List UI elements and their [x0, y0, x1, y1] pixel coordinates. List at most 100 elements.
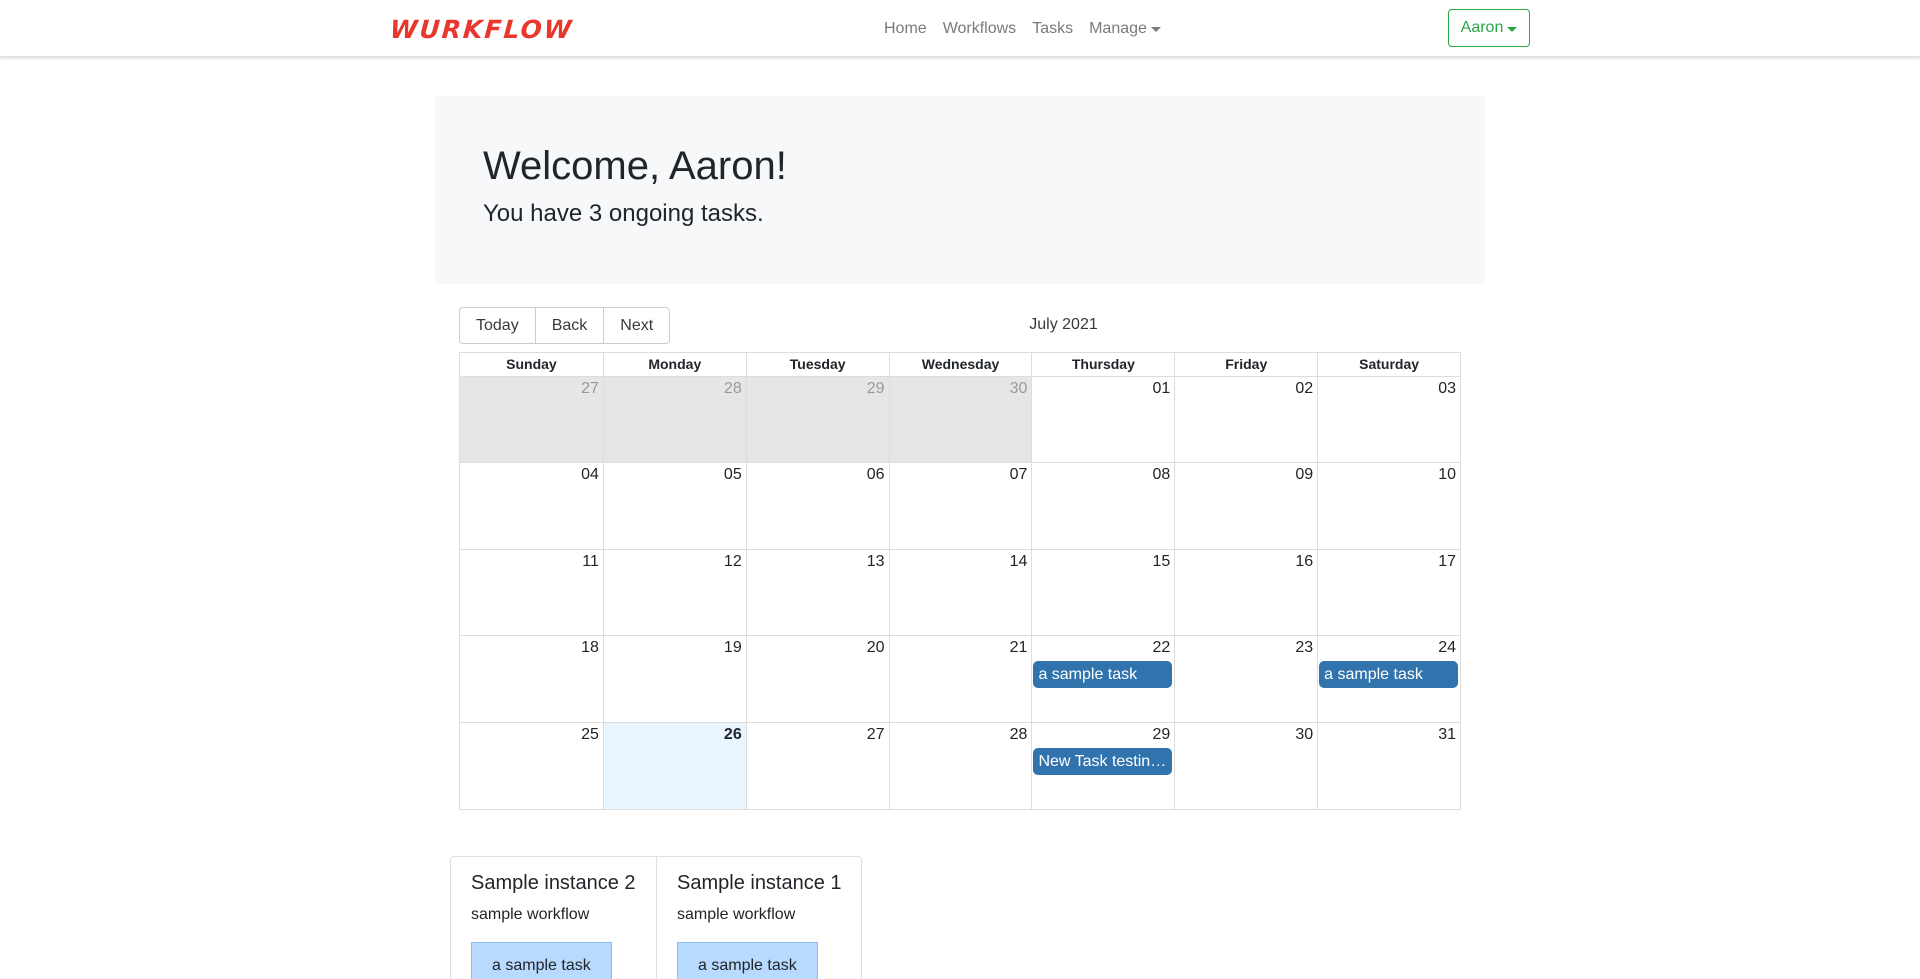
- day-number[interactable]: 02: [1295, 380, 1313, 398]
- day-number[interactable]: 30: [1295, 726, 1313, 744]
- calendar-day-cell[interactable]: 19: [602, 636, 746, 722]
- weekday-header-friday: Friday: [1174, 353, 1317, 376]
- caret-down-icon: [1150, 27, 1161, 32]
- weekday-header-sunday: Sunday: [506, 356, 557, 372]
- caret-down-icon: [1507, 26, 1518, 32]
- day-number[interactable]: 12: [724, 553, 742, 571]
- calendar-day-cell[interactable]: 08: [1031, 463, 1174, 549]
- day-number[interactable]: 13: [867, 553, 885, 571]
- day-number[interactable]: 29: [867, 380, 885, 398]
- nav-link-tasks[interactable]: Tasks: [1024, 20, 1081, 38]
- day-number[interactable]: 28: [1010, 726, 1028, 744]
- day-number[interactable]: 17: [1438, 553, 1456, 571]
- calendar-week-row: 11 12 13 14 15 16 17: [460, 549, 1460, 637]
- weekday-header-wednesday: Wednesday: [888, 353, 1032, 376]
- day-number[interactable]: 22: [1153, 639, 1171, 657]
- user-menu-button[interactable]: Aaron: [1448, 9, 1530, 47]
- calendar-event[interactable]: New Task testing...: [1033, 747, 1173, 775]
- calendar-day-cell[interactable]: 13: [745, 549, 889, 636]
- calendar-day-cell[interactable]: 29 New Task testing...: [1031, 722, 1174, 809]
- nav-dropdown-manage[interactable]: Manage: [1081, 20, 1169, 38]
- day-number[interactable]: 15: [1153, 553, 1171, 571]
- calendar-day-cell[interactable]: 31: [1317, 722, 1460, 809]
- calendar-day-cell[interactable]: 10: [1317, 463, 1460, 549]
- day-number[interactable]: 07: [1010, 466, 1028, 484]
- day-number[interactable]: 30: [1010, 380, 1028, 398]
- day-number[interactable]: 16: [1295, 553, 1313, 571]
- day-number[interactable]: 27: [581, 380, 599, 398]
- next-button[interactable]: Next: [603, 307, 671, 344]
- user-menu-label: Aaron: [1460, 19, 1504, 36]
- calendar-day-cell[interactable]: 09: [1174, 463, 1317, 549]
- calendar-day-cell[interactable]: 02: [1174, 377, 1317, 463]
- day-number[interactable]: 29: [1153, 726, 1171, 744]
- day-number[interactable]: 09: [1295, 466, 1313, 484]
- instance-task-item[interactable]: a sample task: [471, 942, 612, 979]
- weekday-header-thursday: Thursday: [1031, 353, 1174, 376]
- calendar-day-cell[interactable]: 20: [745, 636, 889, 722]
- back-button[interactable]: Back: [534, 307, 605, 344]
- calendar-day-cell[interactable]: 30: [1174, 722, 1317, 809]
- brand-logo[interactable]: WURKFLOW: [389, 15, 574, 44]
- calendar-day-cell[interactable]: 17: [1317, 549, 1460, 636]
- nav-links: Home Workflows Tasks Manage: [876, 0, 1169, 57]
- day-number[interactable]: 26: [724, 726, 742, 744]
- calendar-day-cell[interactable]: 22 a sample task: [1031, 636, 1174, 722]
- day-number[interactable]: 14: [1010, 553, 1028, 571]
- calendar-day-cell[interactable]: 27: [745, 722, 889, 809]
- calendar-day-cell[interactable]: 29: [745, 377, 889, 463]
- day-number[interactable]: 03: [1438, 380, 1456, 398]
- calendar-day-cell[interactable]: 11: [460, 550, 603, 635]
- day-number[interactable]: 19: [724, 639, 742, 657]
- day-number[interactable]: 08: [1153, 466, 1171, 484]
- calendar-day-cell[interactable]: 23: [1174, 636, 1317, 722]
- day-number[interactable]: 11: [582, 553, 599, 571]
- calendar-day-cell[interactable]: 21: [888, 636, 1032, 722]
- calendar-day-cell[interactable]: 14: [888, 549, 1032, 636]
- nav-link-home[interactable]: Home: [876, 20, 935, 38]
- calendar-day-cell[interactable]: 03: [1317, 377, 1460, 463]
- calendar-day-cell[interactable]: 30: [888, 377, 1032, 463]
- calendar-event[interactable]: a sample task: [1319, 661, 1459, 689]
- day-number[interactable]: 28: [724, 380, 742, 398]
- calendar-day-cell[interactable]: 15: [1031, 549, 1174, 636]
- calendar-day-cell[interactable]: 28: [888, 722, 1032, 809]
- calendar-week-row: 18 19 20 21 22 a sample task 23 24 a sample task: [460, 636, 1460, 723]
- calendar-day-cell[interactable]: 27: [460, 377, 603, 463]
- instance-task-item[interactable]: a sample task: [677, 942, 818, 979]
- calendar-day-cell[interactable]: 24 a sample task: [1317, 636, 1460, 722]
- day-number[interactable]: 01: [1153, 380, 1171, 398]
- calendar-body: 27 28 29 30 01 02 03 04 05 06 07 08 09 10 11 12 13 14 15 16…: [460, 377, 1460, 809]
- calendar-day-cell[interactable]: 26: [602, 722, 746, 809]
- nav-link-workflows[interactable]: Workflows: [935, 20, 1025, 38]
- calendar-event[interactable]: a sample task: [1033, 661, 1173, 689]
- day-number[interactable]: 10: [1438, 466, 1456, 484]
- day-number[interactable]: 24: [1438, 639, 1456, 657]
- calendar-day-cell[interactable]: 05: [602, 463, 746, 549]
- day-number[interactable]: 18: [581, 639, 599, 657]
- welcome-banner: Welcome, Aaron! You have 3 ongoing tasks…: [435, 96, 1485, 284]
- day-number[interactable]: 06: [867, 466, 885, 484]
- day-number[interactable]: 05: [724, 466, 742, 484]
- day-number[interactable]: 23: [1295, 639, 1313, 657]
- calendar-day-cell[interactable]: 06: [745, 463, 889, 549]
- weekday-header-tuesday: Tuesday: [745, 353, 889, 376]
- weekday-header-saturday: Saturday: [1317, 353, 1460, 376]
- day-number[interactable]: 20: [867, 639, 885, 657]
- calendar-day-cell[interactable]: 25: [460, 723, 603, 809]
- day-number[interactable]: 31: [1438, 726, 1456, 744]
- calendar-day-cell[interactable]: 18: [460, 636, 603, 721]
- top-navbar: WURKFLOW Home Workflows Tasks Manage Aar…: [0, 0, 1920, 57]
- day-number[interactable]: 27: [867, 726, 885, 744]
- calendar-day-cell[interactable]: 28: [602, 377, 746, 463]
- welcome-title: Welcome, Aaron!: [483, 144, 787, 188]
- day-number[interactable]: 04: [581, 466, 599, 484]
- calendar-day-cell[interactable]: 16: [1174, 549, 1317, 636]
- calendar-day-cell[interactable]: 07: [888, 463, 1032, 549]
- day-number[interactable]: 25: [581, 726, 599, 744]
- calendar-day-cell[interactable]: 12: [602, 549, 746, 636]
- calendar-day-cell[interactable]: 01: [1031, 377, 1174, 463]
- day-number[interactable]: 21: [1010, 639, 1028, 657]
- today-button[interactable]: Today: [459, 307, 536, 344]
- calendar-day-cell[interactable]: 04: [460, 463, 603, 548]
